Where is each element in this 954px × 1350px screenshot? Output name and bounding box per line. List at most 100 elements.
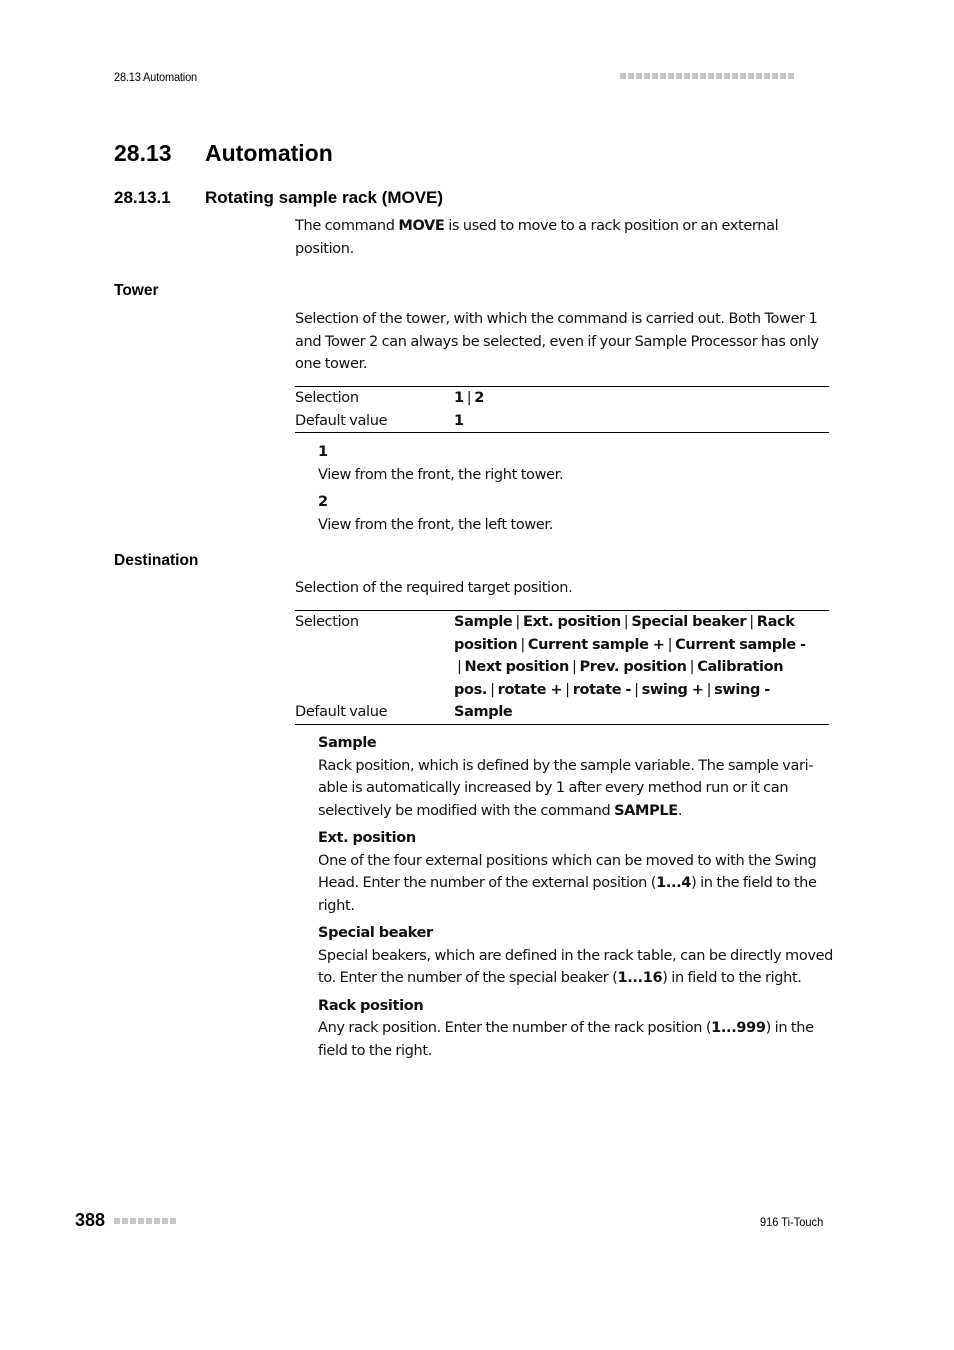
separator: | (571, 659, 577, 675)
option-text: Any rack position. Enter the number of t… (318, 1020, 712, 1036)
separator: | (623, 614, 629, 630)
decoration-dot (162, 1218, 168, 1224)
selection-option: Next position (464, 659, 570, 675)
subsection-number: 28.13.1 (114, 188, 171, 207)
decoration-dot (716, 73, 722, 79)
intro-text: The command (295, 218, 399, 234)
separator: | (706, 681, 712, 698)
decoration-dot (636, 73, 642, 79)
option-item: Sample Rack position, which is defined by… (318, 732, 833, 822)
subsection-title: Rotating sample rack (MOVE) (205, 188, 444, 207)
table-row: Default value Sample (295, 701, 829, 724)
option-item: 2 View from the front, the left tower. (318, 491, 833, 536)
selection-values: Sample | Ext. position | Special beaker | Rack… (454, 611, 829, 702)
selection-option: Special beaker (631, 614, 747, 630)
option-item: Special beaker Special beakers, which are… (318, 922, 833, 990)
command-name: MOVE (398, 218, 445, 234)
option-text: Rack position, which is defined by the s… (318, 757, 814, 819)
separator: | (565, 681, 570, 698)
tower-parameter-table: Selection 1 | 2 Default value 1 (295, 386, 829, 433)
selection-option: 2 (474, 390, 485, 406)
decoration-dot (748, 73, 754, 79)
option-text-bold: 1...16 (617, 970, 663, 986)
option-title: Rack position (318, 997, 424, 1014)
decoration-dot (644, 73, 650, 79)
parameter-label-tower: Tower (114, 282, 159, 299)
intro-paragraph: The command MOVE is used to move to a ra… (295, 215, 830, 260)
header-decoration-dots (620, 73, 794, 79)
selection-option: Prev. position (579, 659, 687, 675)
decoration-dot (772, 73, 778, 79)
decoration-dot (138, 1218, 144, 1224)
option-text-end: ) in field to the right. (662, 970, 802, 986)
destination-description: Selection of the required target positio… (295, 580, 573, 596)
default-value-text: 1 (454, 412, 464, 429)
default-key: Default value (295, 704, 388, 720)
table-row: Selection 1 | 2 (295, 387, 829, 410)
separator: | (490, 681, 495, 698)
selection-option: Sample (454, 614, 513, 630)
selection-option: swing + (641, 681, 704, 698)
option-item: Ext. position One of the four external po… (318, 827, 833, 917)
decoration-dot (732, 73, 738, 79)
selection-key: Selection (295, 614, 359, 630)
product-name: 916 Ti-Touch (760, 1215, 824, 1229)
decoration-dot (708, 73, 714, 79)
option-text: View from the front, the right tower. (318, 466, 564, 483)
decoration-dot (756, 73, 762, 79)
decoration-dot (724, 73, 730, 79)
separator: | (667, 636, 673, 653)
decoration-dot (700, 73, 706, 79)
option-item: Rack position Any rack position. Enter th… (318, 995, 833, 1063)
selection-option: Current sample - (675, 636, 806, 653)
section-heading: 28.13 Automation (114, 140, 333, 167)
tower-option-list: 1 View from the front, the right tower. … (318, 441, 833, 536)
separator: | (520, 636, 525, 653)
option-title: Special beaker (318, 925, 433, 941)
default-key: Default value (295, 412, 388, 429)
decoration-dot (764, 73, 770, 79)
selection-option: 1 (454, 390, 464, 406)
selection-values: 1 | 2 (454, 387, 829, 410)
option-title: 1 (318, 444, 328, 460)
decoration-dot (652, 73, 658, 79)
decoration-dot (114, 1218, 120, 1224)
option-text-bold: 1...4 (656, 875, 692, 891)
decoration-dot (170, 1218, 176, 1224)
option-item: 1 View from the front, the right tower. (318, 441, 833, 486)
destination-parameter-table: Selection Sample | Ext. position | Special b… (295, 610, 829, 725)
table-row: Selection Sample | Ext. position | Special b… (295, 611, 829, 702)
option-text-end: . (677, 802, 683, 819)
tower-description: Selection of the tower, with which the c… (295, 311, 819, 372)
separator: | (689, 659, 695, 675)
subsection-heading: 28.13.1 Rotating sample rack (MOVE) (114, 188, 443, 208)
table-row: Default value 1 (295, 410, 829, 433)
destination-option-list: Sample Rack position, which is defined by… (318, 732, 833, 1067)
selection-option: rotate - (572, 681, 632, 698)
option-title: 2 (318, 494, 328, 510)
section-title: Automation (205, 140, 333, 166)
footer-decoration-dots (114, 1218, 176, 1224)
separator: | (466, 390, 472, 406)
decoration-dot (780, 73, 786, 79)
option-title: Ext. position (318, 830, 416, 846)
section-number: 28.13 (114, 140, 172, 166)
decoration-dot (130, 1218, 136, 1224)
default-value: 1 (454, 410, 829, 433)
decoration-dot (146, 1218, 152, 1224)
decoration-dot (692, 73, 698, 79)
option-title: Sample (318, 735, 377, 751)
default-value-text: Sample (454, 704, 513, 720)
decoration-dot (154, 1218, 160, 1224)
separator: | (457, 659, 462, 675)
selection-option: swing - (714, 681, 770, 698)
decoration-dot (668, 73, 674, 79)
separator: | (749, 614, 754, 630)
running-header: 28.13 Automation (114, 70, 198, 84)
separator: | (634, 681, 639, 698)
selection-key: Selection (295, 390, 359, 406)
option-text-bold: SAMPLE (614, 802, 678, 819)
decoration-dot (684, 73, 690, 79)
parameter-label-destination: Destination (114, 552, 199, 569)
decoration-dot (122, 1218, 128, 1224)
